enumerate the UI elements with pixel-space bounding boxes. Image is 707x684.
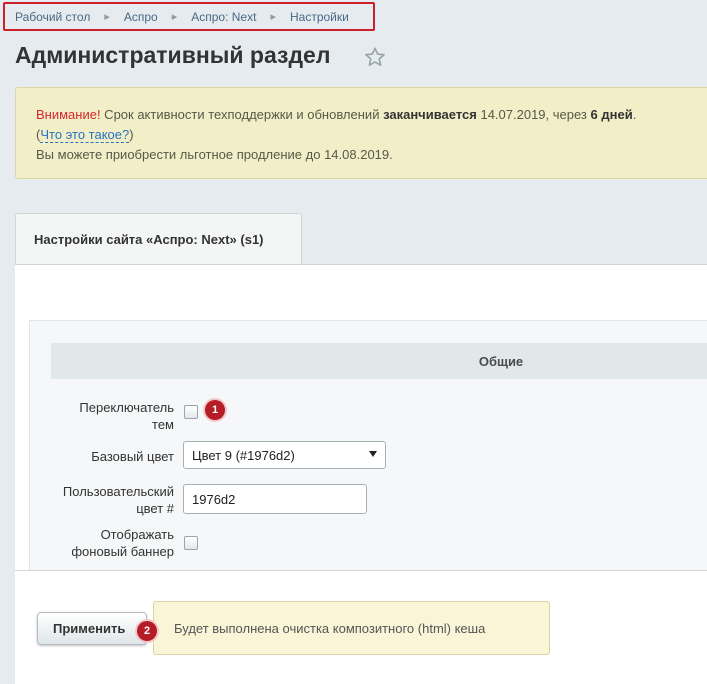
label-line: тем bbox=[152, 417, 174, 432]
custom-color-input[interactable] bbox=[183, 484, 367, 514]
section-header: Общие bbox=[51, 343, 707, 379]
bg-banner-checkbox[interactable] bbox=[184, 536, 198, 550]
warning-line-3: Вы можете приобрести льготное продление … bbox=[36, 147, 393, 162]
label-line: Переключатель bbox=[79, 400, 174, 415]
tab-site-settings[interactable]: Настройки сайта «Аспро: Next» (s1) bbox=[15, 213, 302, 265]
breadcrumb: Рабочий стол ▸ Аспро ▸ Аспро: Next ▸ Нас… bbox=[3, 2, 375, 31]
warning-attention: Внимание! bbox=[36, 107, 101, 122]
warning-bold: заканчивается bbox=[383, 107, 477, 122]
breadcrumb-aspro-next[interactable]: Аспро: Next bbox=[191, 10, 256, 24]
warning-line-1: Внимание! Срок активности техподдержки и… bbox=[36, 105, 707, 125]
apply-button[interactable]: Применить bbox=[37, 612, 147, 645]
label-line: Отображать bbox=[100, 527, 174, 542]
theme-switcher-checkbox[interactable] bbox=[184, 405, 198, 419]
warning-line-2: (Что это такое?) bbox=[36, 125, 707, 145]
theme-switcher-label: Переключатель тем bbox=[79, 399, 174, 433]
callout-badge-2: 2 bbox=[137, 621, 157, 641]
support-warning: Внимание! Срок активности техподдержки и… bbox=[15, 87, 707, 179]
breadcrumb-separator: ▸ bbox=[171, 11, 178, 23]
custom-color-label: Пользовательский цвет # bbox=[63, 483, 174, 517]
warning-text: . bbox=[632, 107, 637, 122]
bg-banner-label: Отображать фоновый баннер bbox=[71, 526, 174, 560]
label-line: Пользовательский bbox=[62, 484, 174, 499]
warning-text: 14.07.2019, через bbox=[476, 107, 591, 122]
base-color-value: Цвет 9 (#1976d2) bbox=[192, 447, 295, 463]
cache-hint: Будет выполнена очистка композитного (ht… bbox=[153, 601, 550, 655]
breadcrumb-separator: ▸ bbox=[270, 11, 276, 23]
star-icon[interactable] bbox=[364, 46, 386, 68]
what-is-this-link[interactable]: Что это такое? bbox=[40, 127, 130, 143]
callout-badge-1: 1 bbox=[205, 400, 225, 420]
base-color-label: Базовый цвет bbox=[91, 449, 174, 464]
warning-paren: ) bbox=[129, 127, 134, 142]
breadcrumb-settings[interactable]: Настройки bbox=[290, 10, 349, 24]
breadcrumb-aspro[interactable]: Аспро bbox=[124, 10, 158, 24]
page-title: Административный раздел bbox=[15, 42, 331, 68]
warning-text: Срок активности техподдержки и обновлени… bbox=[100, 107, 384, 122]
warning-days: 6 дней bbox=[590, 107, 633, 122]
chevron-down-icon bbox=[369, 451, 377, 457]
breadcrumb-desktop[interactable]: Рабочий стол bbox=[15, 10, 90, 24]
label-line: цвет # bbox=[136, 501, 174, 516]
base-color-select[interactable]: Цвет 9 (#1976d2) bbox=[183, 441, 386, 469]
label-line: фоновый баннер bbox=[71, 544, 174, 559]
breadcrumb-separator: ▸ bbox=[104, 11, 110, 23]
